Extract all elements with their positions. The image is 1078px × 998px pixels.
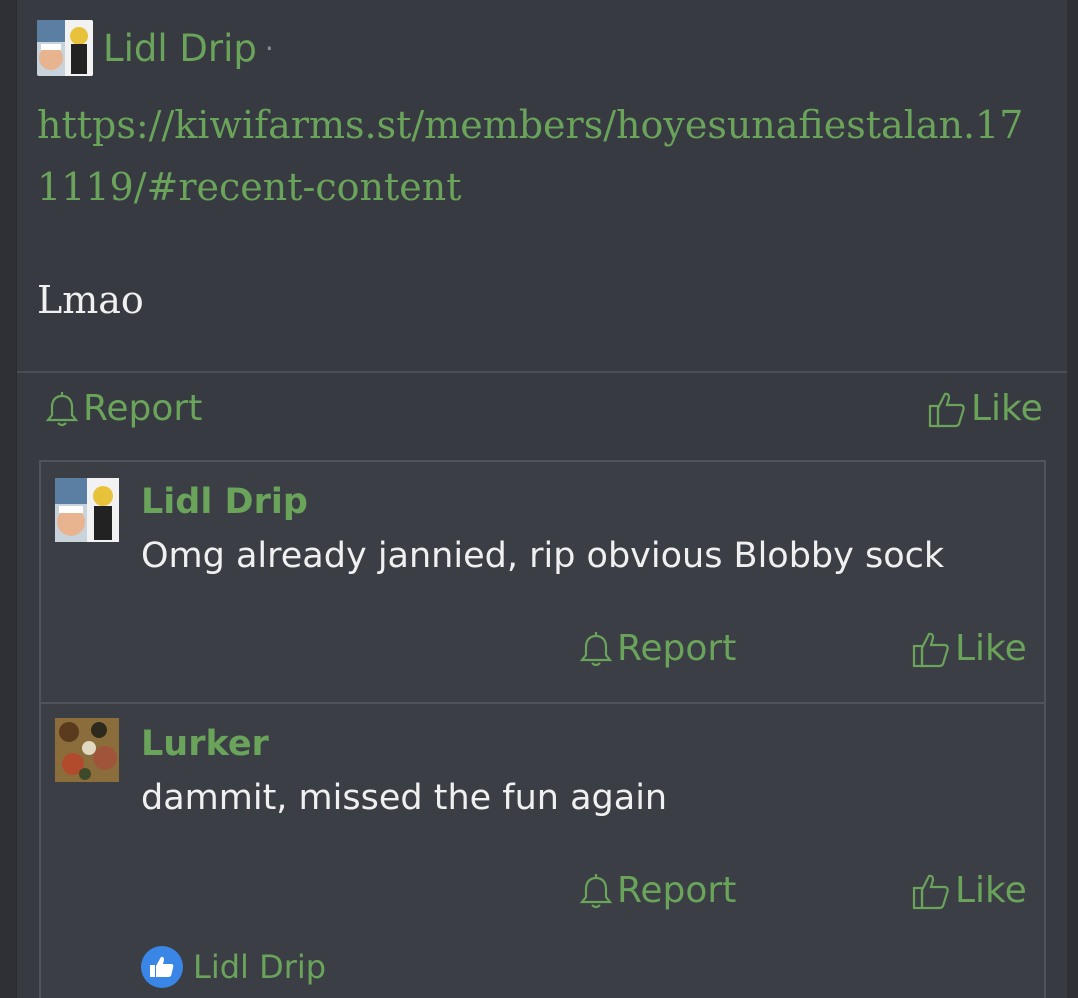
post-report-button[interactable]: Report	[45, 388, 202, 429]
bell-icon	[579, 629, 613, 669]
comment-like-label: Like	[955, 628, 1027, 669]
thumbs-up-outline-icon	[911, 629, 951, 669]
post-divider	[17, 371, 1067, 373]
comment-report-label: Report	[617, 628, 737, 669]
comment-author-avatar[interactable]	[55, 478, 119, 542]
comment-like-button[interactable]: Like	[911, 628, 1027, 669]
liked-by-row[interactable]: Lidl Drip	[141, 946, 326, 988]
comments-section: Lidl Drip Omg already jannied, rip obvio…	[39, 460, 1046, 998]
comment-like-button[interactable]: Like	[911, 870, 1027, 911]
post-like-label: Like	[971, 388, 1043, 429]
comment-report-button[interactable]: Report	[579, 628, 736, 669]
comment-report-button[interactable]: Report	[579, 870, 736, 911]
post-header: Lidl Drip ·	[37, 20, 274, 76]
comment-text: Omg already jannied, rip obvious Blobby …	[141, 536, 945, 576]
post-like-button[interactable]: Like	[927, 388, 1043, 429]
page: Lidl Drip · https://kiwifarms.st/members…	[0, 0, 1078, 998]
thumbs-up-icon	[141, 946, 183, 988]
comment-like-label: Like	[955, 870, 1027, 911]
post-card: Lidl Drip · https://kiwifarms.st/members…	[16, 0, 1067, 998]
comment-author-name[interactable]: Lidl Drip	[141, 482, 308, 522]
post-report-label: Report	[83, 388, 203, 429]
comment: Lidl Drip Omg already jannied, rip obvio…	[41, 462, 1044, 704]
post-body-text: Lmao	[37, 278, 144, 322]
comment-text: dammit, missed the fun again	[141, 778, 668, 818]
liked-by-name[interactable]: Lidl Drip	[193, 948, 326, 986]
header-separator: ·	[264, 31, 274, 65]
post-link[interactable]: https://kiwifarms.st/members/hoyesunafie…	[37, 94, 1047, 218]
thumbs-up-outline-icon	[911, 871, 951, 911]
thumbs-up-outline-icon	[927, 389, 967, 429]
bell-icon	[579, 871, 613, 911]
comment-report-label: Report	[617, 870, 737, 911]
post-author-name[interactable]: Lidl Drip	[103, 27, 257, 70]
bell-icon	[45, 389, 79, 429]
comment-author-name[interactable]: Lurker	[141, 724, 269, 764]
post-author-avatar[interactable]	[37, 20, 93, 76]
comment-author-avatar[interactable]	[55, 718, 119, 782]
